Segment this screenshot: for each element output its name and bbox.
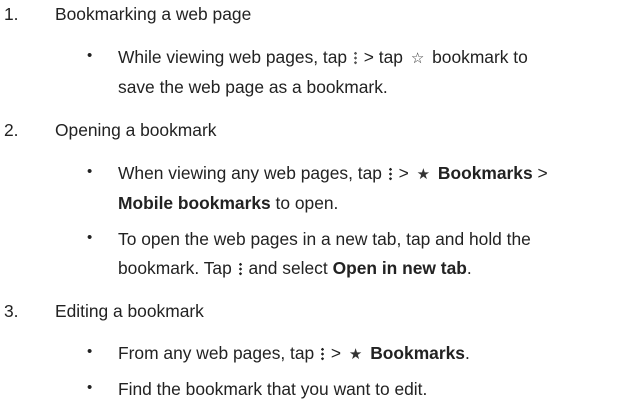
- bullet-2-1-mobile-bookmarks: Mobile bookmarks: [118, 193, 271, 213]
- bullet-2-1-text-a: When viewing any web pages, tap: [118, 163, 382, 183]
- vertical-ellipsis-icon: [321, 347, 325, 362]
- step-1-number: 1.: [4, 4, 19, 24]
- bullet-2-1-marker: •: [87, 163, 93, 180]
- bullet-2-1-text-d: to open.: [275, 193, 339, 213]
- step-3-title: Editing a bookmark: [55, 301, 204, 321]
- bullet-1-1-line-2: save the web page as a bookmark.: [118, 77, 388, 97]
- bullet-3-1-line: From any web pages, tap > ★ Bookmarks.: [118, 343, 470, 364]
- bullet-3-2-line: Find the bookmark that you want to edit.: [118, 379, 428, 399]
- bullet-2-2-marker: •: [87, 229, 93, 246]
- bullet-1-1-text-a: While viewing web pages, tap: [118, 47, 348, 67]
- bullet-1-1-text-b: > tap: [363, 47, 403, 67]
- bullet-2-1-line-1: When viewing any web pages, tap > ★ Book…: [118, 163, 548, 184]
- step-2-title: Opening a bookmark: [55, 120, 217, 140]
- bullet-2-2-open-in-new-tab: Open in new tab: [332, 258, 467, 278]
- bullet-3-2-marker: •: [87, 379, 93, 396]
- step-3-number: 3.: [4, 301, 19, 321]
- star-filled-icon: ★: [348, 345, 363, 363]
- bullet-2-2-text-b: and select: [248, 258, 328, 278]
- bullet-2-2-line-1: To open the web pages in a new tab, tap …: [118, 229, 531, 249]
- bullet-2-1-gt: >: [398, 163, 409, 183]
- bullet-1-1-marker: •: [87, 47, 93, 64]
- bullet-2-1-bookmarks: Bookmarks: [437, 163, 533, 183]
- bullet-3-1-marker: •: [87, 343, 93, 360]
- bullet-1-1-line-1: While viewing web pages, tap > tap ☆ boo…: [118, 47, 528, 68]
- bullet-2-2-line-2: bookmark. Tap and select Open in new tab…: [118, 258, 472, 279]
- bullet-3-1-period: .: [464, 343, 470, 363]
- bullet-2-1-line-2: Mobile bookmarks to open.: [118, 193, 338, 214]
- vertical-ellipsis-icon: [353, 51, 357, 66]
- bullet-3-1-text-a: From any web pages, tap: [118, 343, 315, 363]
- instruction-document: 1. Bookmarking a web page • While viewin…: [0, 0, 634, 402]
- bullet-3-1-gt: >: [330, 343, 342, 363]
- bullet-2-2-period: .: [466, 258, 472, 278]
- bullet-2-2-text-a: bookmark. Tap: [118, 258, 232, 278]
- bullet-3-1-bookmarks: Bookmarks: [370, 343, 465, 363]
- bullet-1-1-text-c: bookmark to: [432, 47, 528, 67]
- step-1-title: Bookmarking a web page: [55, 4, 252, 24]
- vertical-ellipsis-icon: [388, 167, 392, 182]
- star-filled-icon: ★: [416, 165, 431, 183]
- step-2-number: 2.: [4, 120, 19, 140]
- vertical-ellipsis-icon: [238, 262, 242, 277]
- star-outline-icon: ☆: [410, 49, 425, 67]
- bullet-2-1-text-c: >: [537, 163, 548, 183]
